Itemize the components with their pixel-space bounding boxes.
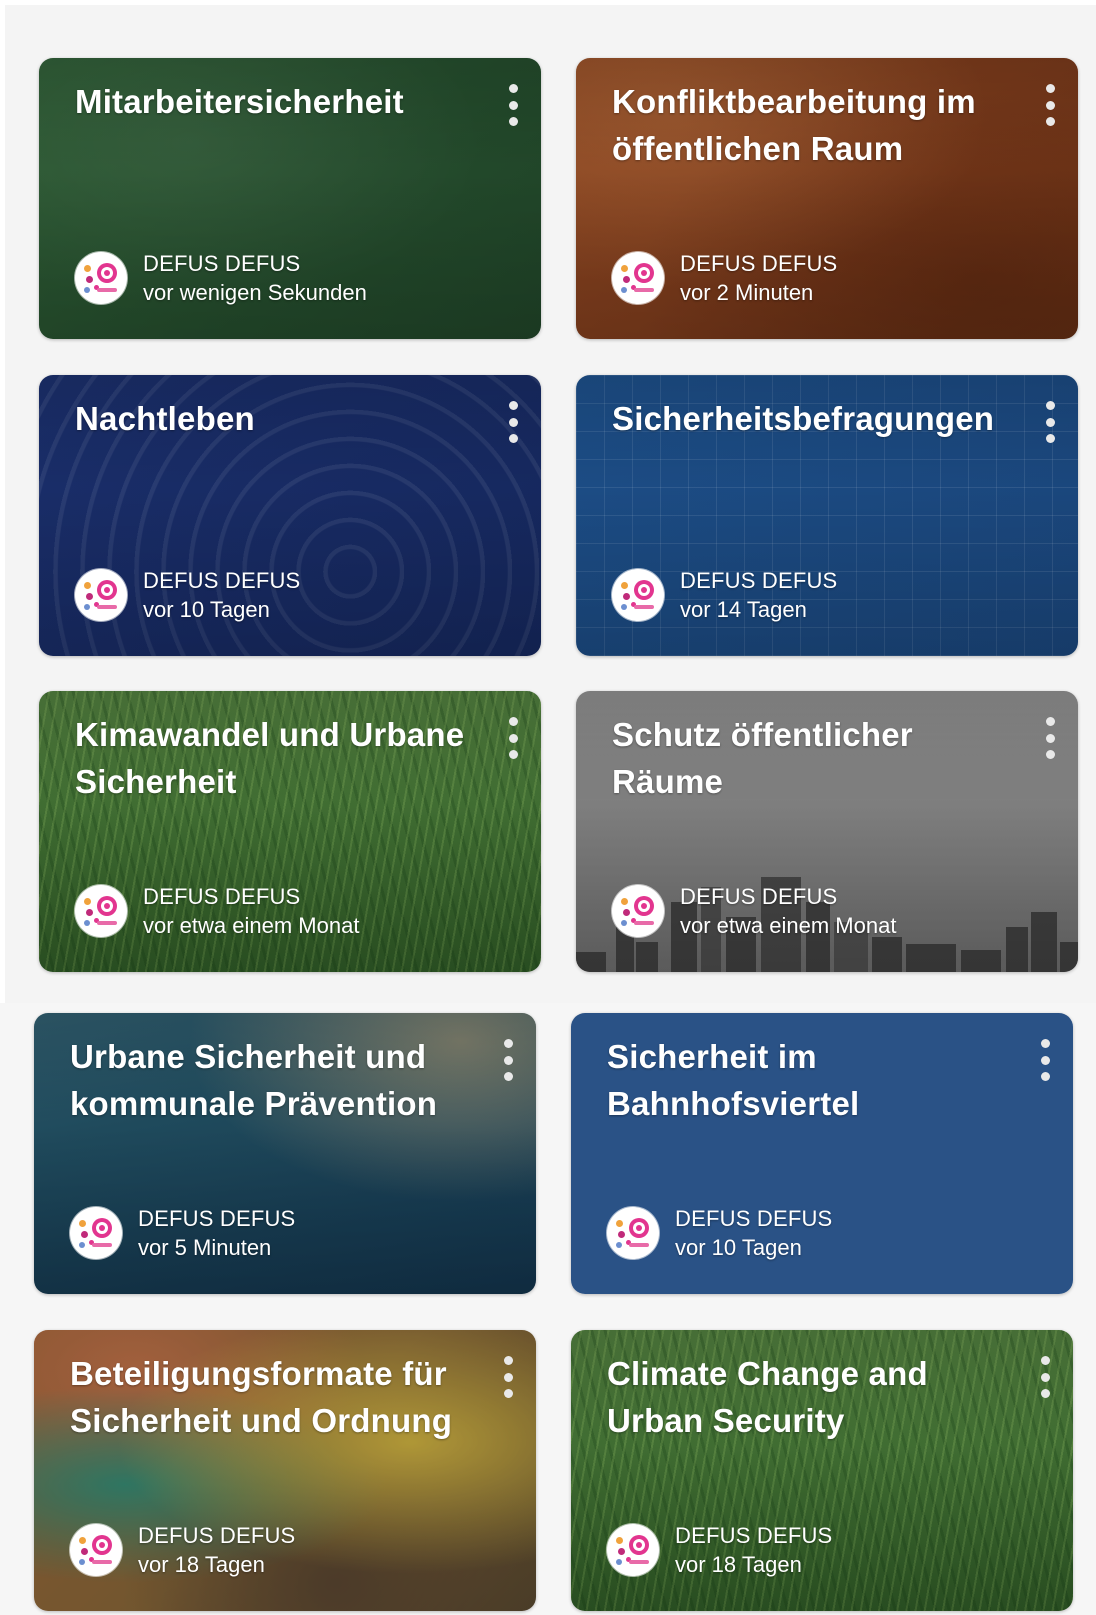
timestamp: vor etwa einem Monat xyxy=(680,913,897,938)
more-vert-icon[interactable] xyxy=(501,717,525,759)
timestamp: vor 14 Tagen xyxy=(680,597,807,622)
avatar xyxy=(612,569,664,621)
timestamp: vor etwa einem Monat xyxy=(143,913,360,938)
author-name: DEFUS DEFUS xyxy=(680,251,838,276)
card-author: DEFUS DEFUS vor 14 Tagen xyxy=(612,566,837,624)
avatar xyxy=(607,1207,659,1259)
card-title[interactable]: Mitarbeitersicherheit xyxy=(75,78,455,125)
more-vert-icon[interactable] xyxy=(1033,1356,1057,1398)
avatar xyxy=(70,1524,122,1576)
card-title[interactable]: Nachtleben xyxy=(75,395,455,442)
card-author: DEFUS DEFUS vor 18 Tagen xyxy=(607,1521,832,1579)
avatar xyxy=(75,569,127,621)
timestamp: vor 10 Tagen xyxy=(143,597,270,622)
card-author: DEFUS DEFUS vor 5 Minuten xyxy=(70,1204,295,1262)
timestamp: vor wenigen Sekunden xyxy=(143,280,367,305)
card-title[interactable]: Sicherheitsbefragungen xyxy=(612,395,1012,442)
course-card[interactable]: Sicherheit im Bahnhofsviertel DEFUS DEFU… xyxy=(571,1013,1073,1294)
course-card[interactable]: Schutz öffentlicher Räume DEFUS DEFUS vo… xyxy=(576,691,1078,972)
card-title[interactable]: Schutz öffentlicher Räume xyxy=(612,711,992,805)
course-card[interactable]: Beteiligungsformate für Sicherheit und O… xyxy=(34,1330,536,1611)
timestamp: vor 10 Tagen xyxy=(675,1235,802,1260)
card-title[interactable]: Kimawandel und Urbane Sicherheit xyxy=(75,711,470,805)
avatar xyxy=(607,1524,659,1576)
course-card[interactable]: Kimawandel und Urbane Sicherheit DEFUS D… xyxy=(39,691,541,972)
card-title[interactable]: Beteiligungsformate für Sicherheit und O… xyxy=(70,1350,470,1444)
course-card[interactable]: Konfliktbearbeitung im öffentlichen Raum… xyxy=(576,58,1078,339)
more-vert-icon[interactable] xyxy=(501,401,525,443)
more-vert-icon[interactable] xyxy=(496,1356,520,1398)
card-title[interactable]: Konfliktbearbeitung im öffentlichen Raum xyxy=(612,78,992,172)
timestamp: vor 18 Tagen xyxy=(675,1552,802,1577)
course-card[interactable]: Climate Change and Urban Security DEFUS … xyxy=(571,1330,1073,1611)
more-vert-icon[interactable] xyxy=(496,1039,520,1081)
avatar xyxy=(75,252,127,304)
author-name: DEFUS DEFUS xyxy=(675,1206,833,1231)
card-author: DEFUS DEFUS vor wenigen Sekunden xyxy=(75,249,367,307)
author-name: DEFUS DEFUS xyxy=(138,1206,296,1231)
more-vert-icon[interactable] xyxy=(501,84,525,126)
avatar xyxy=(70,1207,122,1259)
author-name: DEFUS DEFUS xyxy=(680,884,838,909)
more-vert-icon[interactable] xyxy=(1038,717,1062,759)
avatar xyxy=(612,885,664,937)
course-card[interactable]: Sicherheitsbefragungen DEFUS DEFUS vor 1… xyxy=(576,375,1078,656)
author-name: DEFUS DEFUS xyxy=(138,1523,296,1548)
author-name: DEFUS DEFUS xyxy=(143,568,301,593)
course-grid-page: Mitarbeitersicherheit DEFUS DEFUS vor we… xyxy=(0,0,1096,1615)
author-name: DEFUS DEFUS xyxy=(143,251,301,276)
more-vert-icon[interactable] xyxy=(1033,1039,1057,1081)
course-card[interactable]: Urbane Sicherheit und kommunale Präventi… xyxy=(34,1013,536,1294)
card-title[interactable]: Sicherheit im Bahnhofsviertel xyxy=(607,1033,987,1127)
card-title[interactable]: Urbane Sicherheit und kommunale Präventi… xyxy=(70,1033,470,1127)
timestamp: vor 5 Minuten xyxy=(138,1235,272,1260)
avatar xyxy=(75,885,127,937)
card-author: DEFUS DEFUS vor 10 Tagen xyxy=(75,566,300,624)
card-author: DEFUS DEFUS vor etwa einem Monat xyxy=(612,882,896,940)
course-card[interactable]: Mitarbeitersicherheit DEFUS DEFUS vor we… xyxy=(39,58,541,339)
author-name: DEFUS DEFUS xyxy=(675,1523,833,1548)
card-author: DEFUS DEFUS vor 2 Minuten xyxy=(612,249,837,307)
card-author: DEFUS DEFUS vor 18 Tagen xyxy=(70,1521,295,1579)
card-title[interactable]: Climate Change and Urban Security xyxy=(607,1350,987,1444)
avatar xyxy=(612,252,664,304)
card-author: DEFUS DEFUS vor etwa einem Monat xyxy=(75,882,359,940)
author-name: DEFUS DEFUS xyxy=(143,884,301,909)
author-name: DEFUS DEFUS xyxy=(680,568,838,593)
course-card[interactable]: Nachtleben DEFUS DEFUS vor 10 Tagen xyxy=(39,375,541,656)
timestamp: vor 2 Minuten xyxy=(680,280,814,305)
more-vert-icon[interactable] xyxy=(1038,84,1062,126)
more-vert-icon[interactable] xyxy=(1038,401,1062,443)
card-author: DEFUS DEFUS vor 10 Tagen xyxy=(607,1204,832,1262)
timestamp: vor 18 Tagen xyxy=(138,1552,265,1577)
